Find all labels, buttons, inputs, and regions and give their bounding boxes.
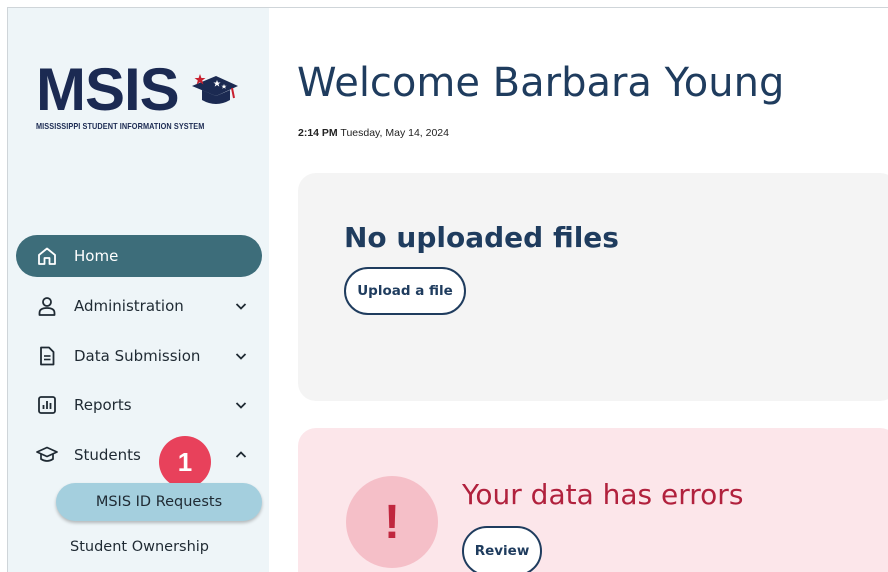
sidebar-item-administration[interactable]: Administration <box>16 286 262 326</box>
upload-file-button[interactable]: Upload a file <box>344 267 466 315</box>
chevron-down-icon[interactable] <box>234 349 248 363</box>
chart-icon <box>36 394 58 416</box>
chevron-down-icon[interactable] <box>234 299 248 313</box>
current-date: Tuesday, May 14, 2024 <box>340 127 449 139</box>
error-alert-icon: ! <box>346 476 438 568</box>
sidebar-item-home[interactable]: Home <box>16 235 262 277</box>
sidebar-item-label: Reports <box>74 396 132 414</box>
sidebar-item-label: Administration <box>74 297 184 315</box>
data-errors-card: ! Your data has errors Review <box>298 428 888 572</box>
current-time: 2:14 PM <box>298 127 338 139</box>
msis-logo[interactable]: MSIS MISSISSIPPI STUDENT INFORMATION SYS… <box>36 60 238 131</box>
user-icon <box>36 295 58 317</box>
sidebar: MSIS MISSISSIPPI STUDENT INFORMATION SYS… <box>8 8 269 572</box>
date-time: 2:14 PM Tuesday, May 14, 2024 <box>298 127 449 139</box>
uploaded-files-card: No uploaded files Upload a file <box>298 173 888 401</box>
logo-subtitle: MISSISSIPPI STUDENT INFORMATION SYSTEM <box>36 121 205 131</box>
home-icon <box>36 245 58 267</box>
document-icon <box>36 345 58 367</box>
graduation-cap-icon <box>36 444 58 466</box>
sidebar-item-students[interactable]: Students <box>16 435 262 475</box>
files-card-title: No uploaded files <box>344 221 619 254</box>
sidebar-subitem-student-ownership[interactable]: Student Ownership <box>70 539 209 555</box>
sidebar-item-label: Data Submission <box>74 347 201 365</box>
review-button[interactable]: Review <box>462 526 542 572</box>
page-title: Welcome Barbara Young <box>297 60 785 106</box>
graduation-cap-logo-icon <box>192 74 238 104</box>
step-badge: 1 <box>159 436 211 488</box>
sidebar-subitem-msis-id-requests[interactable]: MSIS ID Requests <box>56 483 262 521</box>
sidebar-item-label: Home <box>74 247 119 265</box>
sidebar-subitem-label: MSIS ID Requests <box>95 494 223 510</box>
sidebar-item-data-submission[interactable]: Data Submission <box>16 336 262 376</box>
chevron-down-icon[interactable] <box>234 398 248 412</box>
app-window: MSIS MISSISSIPPI STUDENT INFORMATION SYS… <box>7 7 888 572</box>
sidebar-item-reports[interactable]: Reports <box>16 385 262 425</box>
sidebar-subitem-label: Student Ownership <box>70 539 210 555</box>
chevron-up-icon[interactable] <box>234 448 248 462</box>
errors-card-title: Your data has errors <box>462 478 744 511</box>
